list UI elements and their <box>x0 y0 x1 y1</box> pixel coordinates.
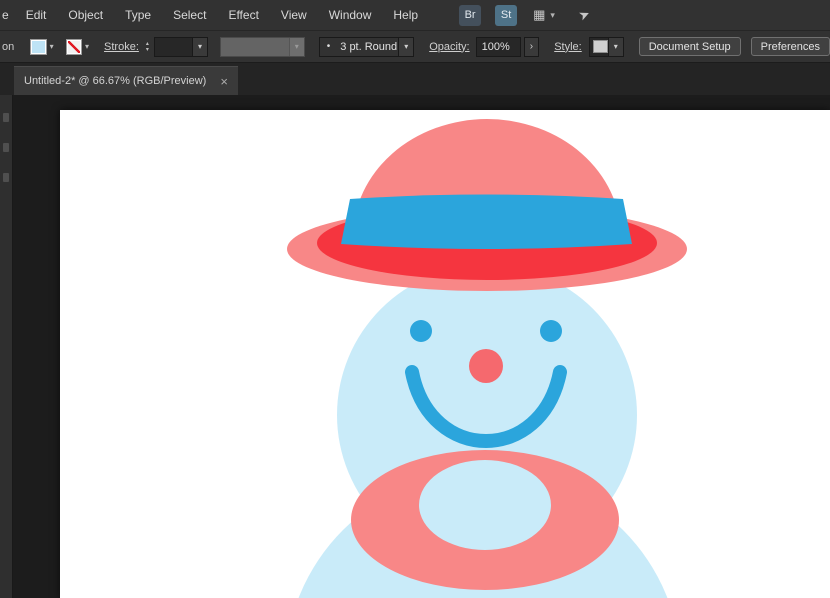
brush-definition-value: 3 pt. Round <box>340 40 398 53</box>
canvas-area <box>0 95 830 598</box>
chevron-down-icon[interactable]: ▾ <box>398 37 414 56</box>
menu-item-type[interactable]: Type <box>114 8 162 22</box>
brush-dot-icon: • <box>326 41 331 52</box>
tool-icon-fragment <box>3 113 9 122</box>
document-setup-button[interactable]: Document Setup <box>638 37 741 56</box>
hat-band[interactable] <box>341 194 632 250</box>
menu-item-view[interactable]: View <box>270 8 318 22</box>
graphic-style-dropdown[interactable]: ▾ <box>588 36 624 57</box>
fill-chevron-icon[interactable]: ▾ <box>50 42 54 51</box>
brush-definition-dropdown[interactable]: • 3 pt. Round ▾ <box>318 36 415 57</box>
stroke-weight-dropdown[interactable]: ▾ <box>153 36 209 57</box>
chevron-down-icon: ▾ <box>288 37 304 56</box>
share-icon[interactable]: ➤ <box>576 5 592 24</box>
stroke-weight-stepper[interactable]: ▴ ▾ <box>146 41 149 53</box>
menu-item-help[interactable]: Help <box>382 8 429 22</box>
snowman-eye-left[interactable] <box>410 320 432 342</box>
preferences-button[interactable]: Preferences <box>750 37 830 56</box>
selection-label-fragment: on <box>2 40 15 53</box>
opacity-field[interactable]: 100% <box>475 36 521 57</box>
opacity-panel-arrow-button[interactable]: › <box>523 36 540 57</box>
menu-item-object[interactable]: Object <box>57 8 114 22</box>
chevron-down-icon[interactable]: ▾ <box>192 37 208 56</box>
chevron-down-icon[interactable]: ▾ <box>550 10 555 21</box>
chevron-down-icon[interactable]: ▾ <box>607 37 623 56</box>
width-profile-dropdown-disabled: ▾ <box>220 36 305 57</box>
snowman-artwork <box>287 119 689 598</box>
stepper-down-icon[interactable]: ▾ <box>146 47 149 53</box>
tool-icon-fragment <box>3 143 9 152</box>
document-tab[interactable]: Untitled-2* @ 66.67% (RGB/Preview) × <box>14 66 238 95</box>
menu-item-window[interactable]: Window <box>318 8 383 22</box>
document-tab-bar: Untitled-2* @ 66.67% (RGB/Preview) × <box>0 63 830 95</box>
style-label-link[interactable]: Style: <box>554 41 582 53</box>
toolbar-sliver[interactable] <box>0 95 13 598</box>
snowman-nose[interactable] <box>469 349 503 383</box>
menu-bar: e Edit Object Type Select Effect View Wi… <box>0 0 830 31</box>
menu-item-select[interactable]: Select <box>162 8 217 22</box>
opacity-label-link[interactable]: Opacity: <box>429 41 469 53</box>
opacity-value: 100% <box>481 40 510 53</box>
fill-color-swatch[interactable] <box>30 38 47 55</box>
control-bar: on ▾ ▾ Stroke: ▴ ▾ ▾ ▾ • 3 pt. Round ▾ O… <box>0 31 830 63</box>
tool-icon-fragment <box>3 173 9 182</box>
artboard[interactable] <box>60 110 830 598</box>
style-swatch <box>592 40 608 53</box>
workspace-switcher-icon[interactable]: ▦ <box>533 7 545 23</box>
bridge-button[interactable]: Br <box>459 4 482 26</box>
stroke-label-link[interactable]: Stroke: <box>104 41 139 53</box>
stroke-color-swatch-none[interactable] <box>65 38 83 55</box>
document-tab-title: Untitled-2* @ 66.67% (RGB/Preview) <box>24 75 207 87</box>
illustrator-window: e Edit Object Type Select Effect View Wi… <box>0 0 830 598</box>
snowman-eye-right[interactable] <box>540 320 562 342</box>
menu-item-effect[interactable]: Effect <box>217 8 269 22</box>
smart-cursor-glyph <box>651 534 689 566</box>
stroke-chevron-icon[interactable]: ▾ <box>85 42 89 51</box>
close-icon[interactable]: × <box>220 75 228 88</box>
stock-button[interactable]: St <box>495 4 518 26</box>
menu-item-edit[interactable]: Edit <box>15 8 58 22</box>
menu-item-file-partial[interactable]: e <box>0 8 15 22</box>
